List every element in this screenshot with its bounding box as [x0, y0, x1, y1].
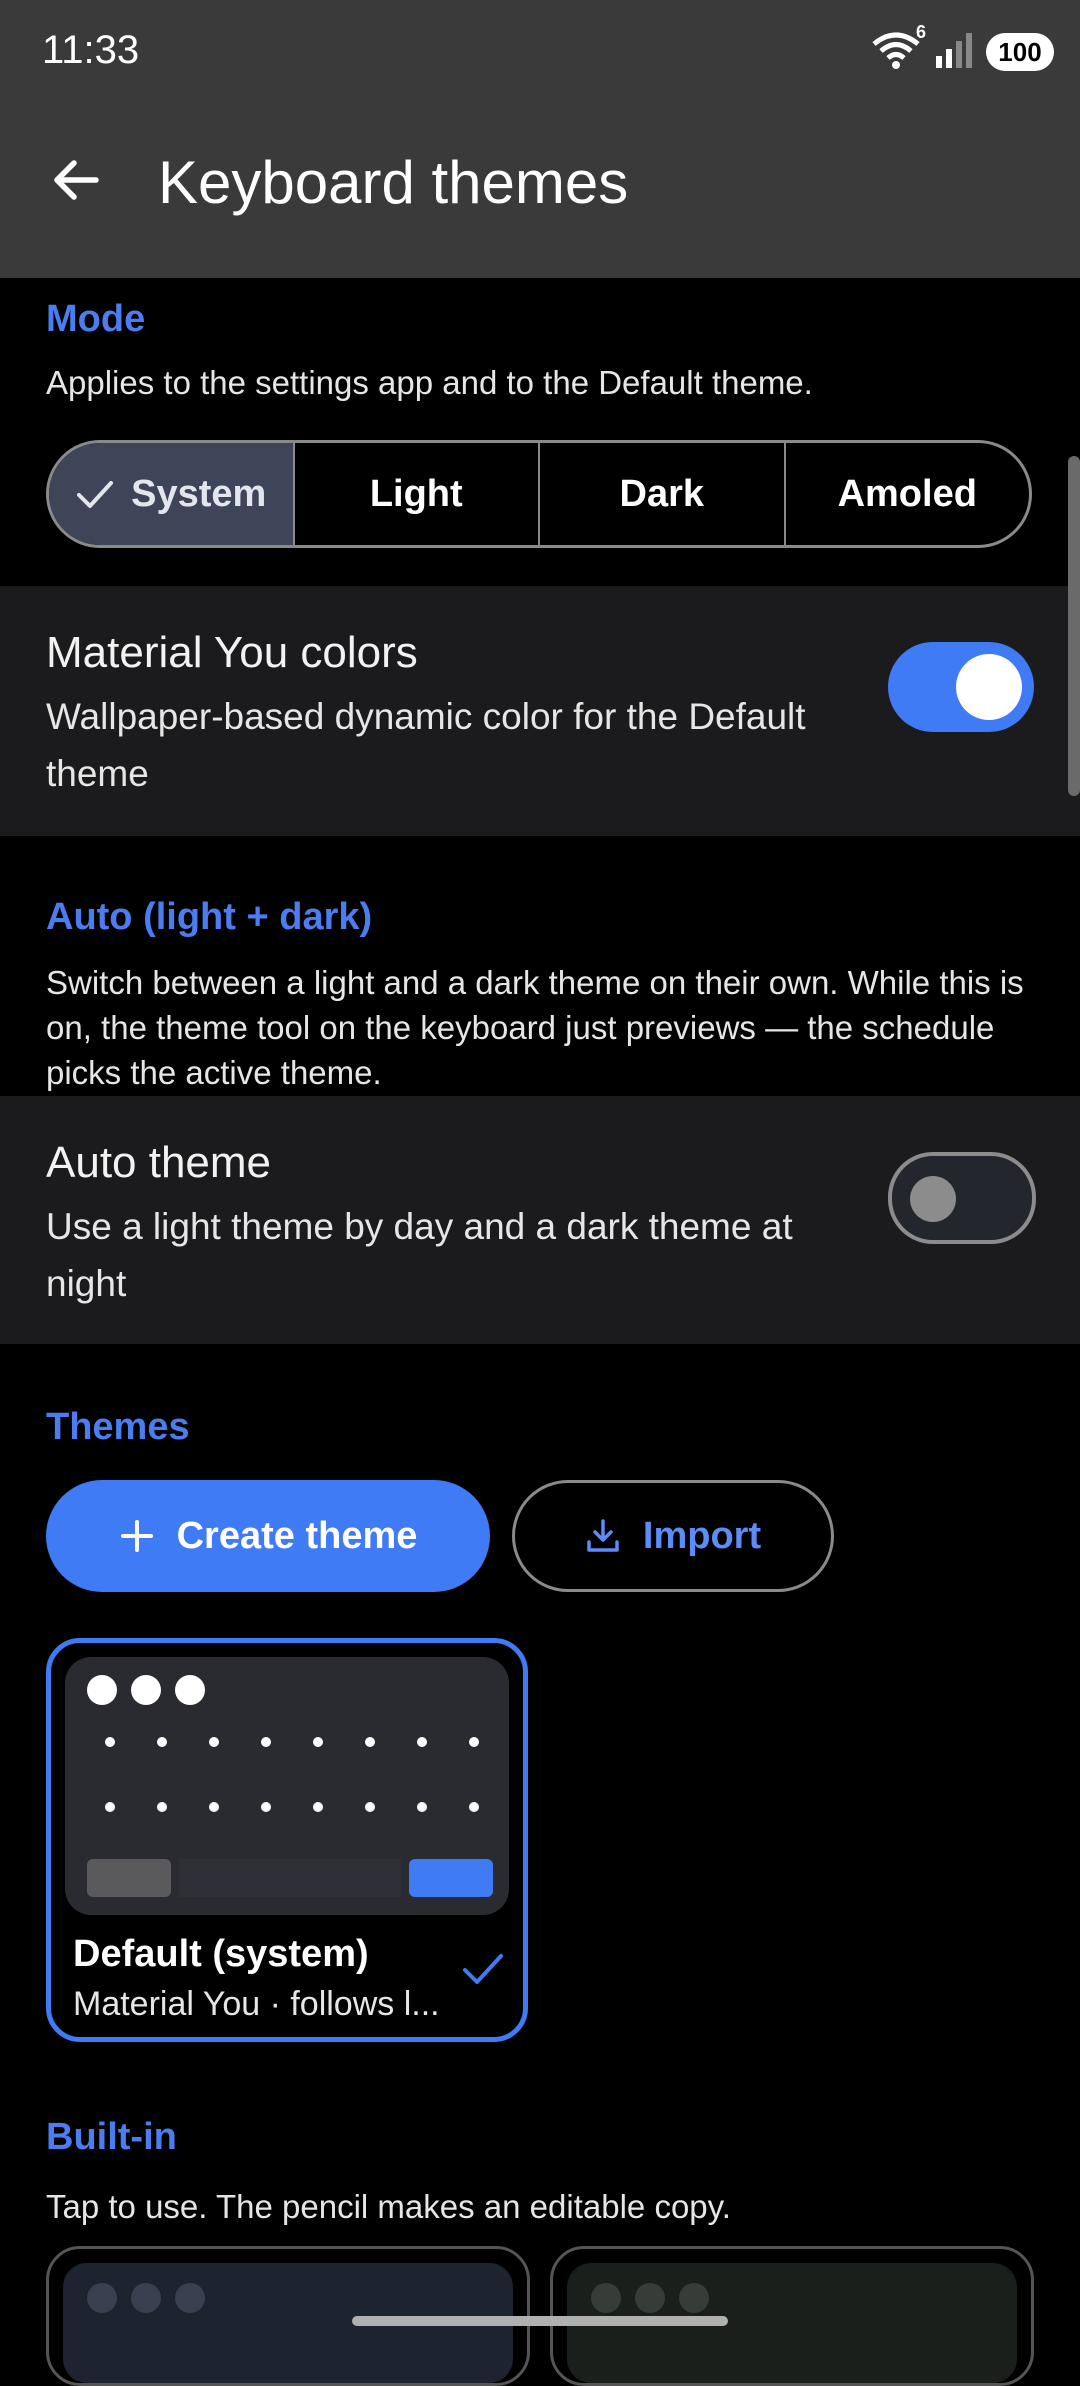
mode-option-label: System — [131, 472, 267, 515]
preview-key — [469, 1737, 479, 1747]
preview-dot — [175, 1675, 205, 1705]
builtin-section-title: Built-in — [46, 2116, 177, 2158]
preview-dot — [175, 2283, 205, 2313]
home-indicator[interactable] — [352, 2316, 728, 2326]
auto-theme-toggle[interactable] — [888, 1152, 1036, 1244]
auto-description: Switch between a light and a dark theme … — [46, 964, 1024, 1091]
preview-key — [261, 1802, 271, 1812]
material-you-toggle[interactable] — [888, 642, 1034, 732]
page-title: Keyboard themes — [158, 149, 629, 216]
preview-dot — [591, 2283, 621, 2313]
auto-theme-subtitle: Use a light theme by day and a dark them… — [46, 1206, 793, 1304]
preview-key — [209, 1802, 219, 1812]
signal-icon — [934, 32, 974, 73]
auto-theme-title: Auto theme — [46, 1138, 272, 1187]
preview-key-action — [409, 1859, 493, 1897]
preview-key — [417, 1737, 427, 1747]
preview-dot — [87, 2283, 117, 2313]
battery-indicator: 100 — [986, 33, 1054, 71]
create-theme-button[interactable]: Create theme — [46, 1480, 490, 1592]
mode-option-label: Dark — [619, 472, 705, 515]
auto-theme-row[interactable]: Auto theme Use a light theme by day and … — [0, 1096, 1080, 1344]
preview-dot — [131, 2283, 161, 2313]
plus-icon — [120, 1520, 153, 1552]
check-icon — [77, 481, 114, 508]
create-theme-label: Create theme — [176, 1514, 418, 1557]
builtin-description: Tap to use. The pencil makes an editable… — [46, 2188, 731, 2225]
selected-check-icon — [463, 1954, 503, 1984]
preview-dot — [635, 2283, 665, 2313]
preview-dot — [131, 1675, 161, 1705]
preview-key — [313, 1737, 323, 1747]
mode-option-dark[interactable]: Dark — [540, 443, 786, 545]
preview-key — [105, 1802, 115, 1812]
import-button[interactable]: Import — [512, 1480, 834, 1592]
mode-option-amoled[interactable]: Amoled — [786, 443, 1030, 545]
mode-option-label: Light — [369, 472, 463, 515]
theme-card-subtitle: Material You · follows l... — [73, 1985, 440, 2023]
import-label: Import — [642, 1514, 762, 1557]
mode-option-system[interactable]: System — [49, 443, 295, 545]
toggle-knob — [956, 654, 1022, 720]
mode-option-label: Amoled — [837, 472, 977, 515]
download-icon — [587, 1519, 619, 1552]
status-icons: 6 100 — [870, 22, 1054, 75]
preview-key-space — [179, 1859, 401, 1897]
preview-key — [261, 1737, 271, 1747]
preview-key — [469, 1802, 479, 1812]
preview-key-modifier — [87, 1859, 171, 1897]
preview-key — [157, 1802, 167, 1812]
mode-section-title: Mode — [46, 298, 146, 340]
preview-key — [313, 1802, 323, 1812]
wifi-icon: 6 — [870, 22, 926, 75]
mode-description: Applies to the settings app and to the D… — [46, 364, 813, 401]
preview-key — [365, 1802, 375, 1812]
preview-key — [209, 1737, 219, 1747]
preview-dot — [87, 1675, 117, 1705]
preview-key — [365, 1737, 375, 1747]
preview-dot — [679, 2283, 709, 2313]
auto-section-title: Auto (light + dark) — [46, 896, 373, 938]
preview-key — [417, 1802, 427, 1812]
theme-card-default[interactable]: Default (system) Material You · follows … — [46, 1638, 528, 2042]
preview-key — [157, 1737, 167, 1747]
material-you-row[interactable]: Material You colors Wallpaper-based dyna… — [0, 586, 1080, 836]
keyboard-preview — [65, 1657, 509, 1915]
theme-card-name: Default (system) — [73, 1933, 369, 1975]
material-you-subtitle: Wallpaper-based dynamic color for the De… — [46, 696, 806, 794]
preview-key — [105, 1737, 115, 1747]
scrollbar[interactable] — [1068, 456, 1080, 796]
wifi-badge: 6 — [915, 21, 926, 42]
material-you-title: Material You colors — [46, 628, 418, 677]
status-time: 11:33 — [42, 28, 140, 72]
toggle-knob — [910, 1176, 956, 1222]
mode-segmented-control: System Light Dark Amoled — [46, 440, 1032, 548]
themes-section-title: Themes — [46, 1406, 190, 1448]
mode-option-light[interactable]: Light — [295, 443, 540, 545]
back-arrow-icon[interactable] — [46, 150, 106, 210]
